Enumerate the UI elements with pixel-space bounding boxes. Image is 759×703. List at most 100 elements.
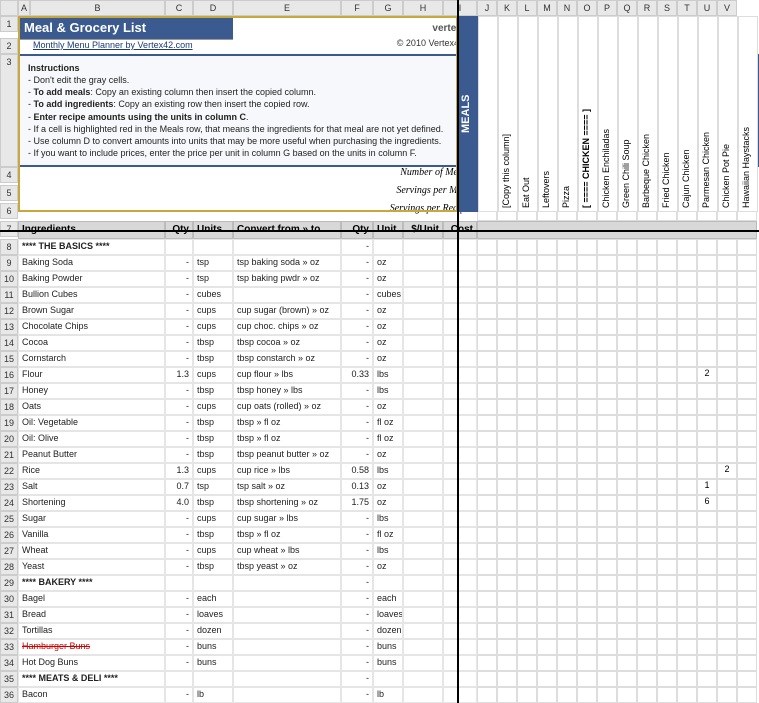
recipe-cell[interactable] (517, 543, 537, 559)
ingredient-name[interactable]: Oil: Olive (18, 431, 165, 447)
recipe-cell[interactable] (597, 687, 617, 703)
recipe-cell[interactable] (557, 623, 577, 639)
recipe-cell[interactable] (537, 431, 557, 447)
convert-cell[interactable]: tsp salt » oz (233, 479, 341, 495)
recipe-cell[interactable] (677, 335, 697, 351)
recipe-cell[interactable] (537, 303, 557, 319)
units-cell[interactable]: buns (193, 655, 233, 671)
ingredient-name[interactable]: Peanut Butter (18, 447, 165, 463)
recipe-cell[interactable] (537, 591, 557, 607)
recipe-cell[interactable] (597, 575, 617, 591)
convert-cell[interactable]: tbsp yeast » oz (233, 559, 341, 575)
recipe-cell[interactable] (737, 431, 757, 447)
recipe-cell[interactable] (717, 367, 737, 383)
recipe-cell[interactable] (497, 511, 517, 527)
qty-cell[interactable]: - (165, 383, 193, 399)
dpu-cell[interactable] (403, 335, 443, 351)
recipe-cell[interactable] (597, 303, 617, 319)
qty-cell[interactable]: - (165, 511, 193, 527)
recipe-cell[interactable] (657, 415, 677, 431)
recipe-cell[interactable] (677, 383, 697, 399)
recipe-cell[interactable] (717, 527, 737, 543)
recipe-cell[interactable] (517, 463, 537, 479)
units-cell[interactable]: tsp (193, 255, 233, 271)
recipe-cell[interactable] (717, 303, 737, 319)
qty-cell[interactable]: - (165, 623, 193, 639)
recipe-cell[interactable] (557, 319, 577, 335)
recipe-cell[interactable] (477, 271, 497, 287)
convert-cell[interactable] (233, 687, 341, 703)
recipe-cell[interactable] (477, 559, 497, 575)
recipe-cell[interactable] (697, 511, 717, 527)
qty-cell[interactable]: - (165, 639, 193, 655)
convert-cell[interactable]: tsp baking pwdr » oz (233, 271, 341, 287)
units-cell[interactable]: tbsp (193, 431, 233, 447)
col-header[interactable]: B (30, 0, 165, 16)
recipe-cell[interactable]: 6 (697, 495, 717, 511)
convert-cell[interactable]: cup rice » lbs (233, 463, 341, 479)
recipe-cell[interactable] (657, 239, 677, 255)
meal-column-header[interactable]: Fried Chicken (658, 16, 678, 212)
recipe-cell[interactable] (537, 575, 557, 591)
recipe-cell[interactable] (577, 527, 597, 543)
recipe-cell[interactable] (557, 591, 577, 607)
ingredient-name[interactable]: Hot Dog Buns (18, 655, 165, 671)
units-cell[interactable]: cups (193, 319, 233, 335)
recipe-cell[interactable] (737, 367, 757, 383)
convert-cell[interactable] (233, 287, 341, 303)
recipe-cell[interactable] (617, 655, 637, 671)
recipe-cell[interactable] (597, 399, 617, 415)
qty-cell[interactable]: - (165, 607, 193, 623)
recipe-cell[interactable] (637, 607, 657, 623)
recipe-cell[interactable] (677, 303, 697, 319)
units-cell[interactable]: tbsp (193, 447, 233, 463)
recipe-cell[interactable] (477, 399, 497, 415)
recipe-cell[interactable] (717, 671, 737, 687)
recipe-cell[interactable] (517, 639, 537, 655)
units-cell[interactable]: cups (193, 511, 233, 527)
meal-column-header[interactable]: Green Chili Soup (618, 16, 638, 212)
convert-cell[interactable] (233, 239, 341, 255)
meal-column-header[interactable]: Hawaiian Haystacks (738, 16, 758, 212)
recipe-cell[interactable] (697, 383, 717, 399)
recipe-cell[interactable] (617, 639, 637, 655)
recipe-cell[interactable] (577, 559, 597, 575)
qty-cell[interactable]: - (165, 255, 193, 271)
recipe-cell[interactable] (537, 511, 557, 527)
recipe-cell[interactable] (497, 655, 517, 671)
recipe-cell[interactable] (737, 351, 757, 367)
recipe-cell[interactable] (657, 255, 677, 271)
convert-cell[interactable] (233, 607, 341, 623)
recipe-cell[interactable] (617, 687, 637, 703)
dpu-cell[interactable] (403, 319, 443, 335)
dpu-cell[interactable] (403, 495, 443, 511)
recipe-cell[interactable] (717, 351, 737, 367)
recipe-cell[interactable] (577, 319, 597, 335)
recipe-cell[interactable] (657, 527, 677, 543)
recipe-cell[interactable] (657, 687, 677, 703)
recipe-cell[interactable] (557, 239, 577, 255)
recipe-cell[interactable] (657, 607, 677, 623)
units-cell[interactable]: cubes (193, 287, 233, 303)
ingredient-name[interactable]: Yeast (18, 559, 165, 575)
ingredient-name[interactable]: Sugar (18, 511, 165, 527)
recipe-cell[interactable] (697, 527, 717, 543)
recipe-cell[interactable] (597, 543, 617, 559)
recipe-cell[interactable] (477, 671, 497, 687)
recipe-cell[interactable] (497, 479, 517, 495)
recipe-cell[interactable] (637, 655, 657, 671)
recipe-cell[interactable] (517, 255, 537, 271)
ingredient-name[interactable]: Vanilla (18, 527, 165, 543)
recipe-cell[interactable] (637, 271, 657, 287)
col-header[interactable]: T (677, 0, 697, 16)
recipe-cell[interactable] (497, 399, 517, 415)
recipe-cell[interactable] (637, 463, 657, 479)
recipe-cell[interactable] (537, 607, 557, 623)
qty-cell[interactable]: 1.3 (165, 463, 193, 479)
recipe-cell[interactable] (737, 479, 757, 495)
recipe-cell[interactable] (717, 271, 737, 287)
recipe-cell[interactable] (557, 511, 577, 527)
recipe-cell[interactable] (537, 287, 557, 303)
recipe-cell[interactable] (597, 255, 617, 271)
recipe-cell[interactable] (477, 431, 497, 447)
